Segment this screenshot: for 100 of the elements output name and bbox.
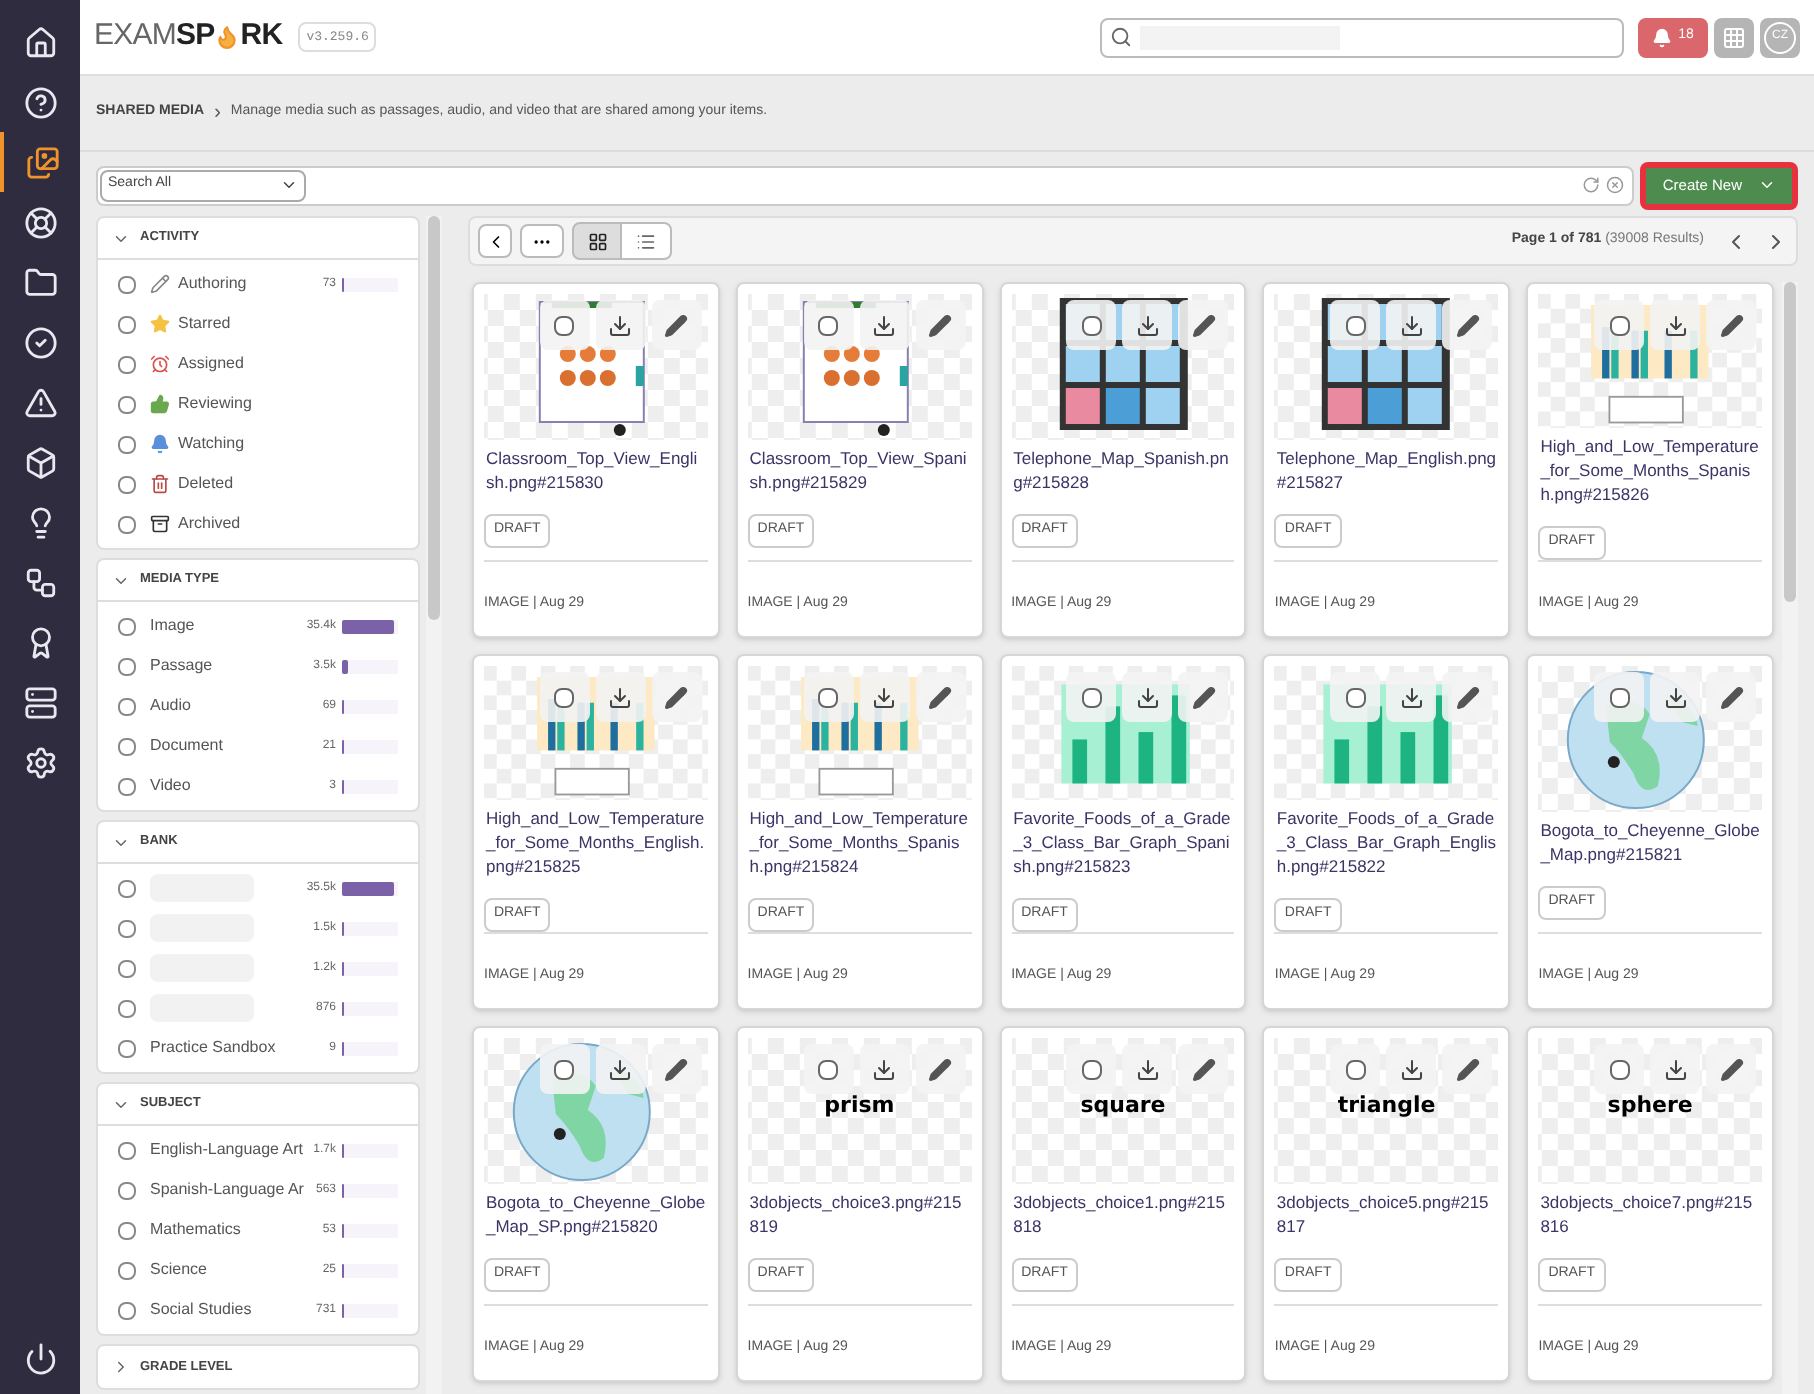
select-checkbox[interactable] [818,315,839,335]
lifebuoy-icon[interactable] [23,205,57,239]
select-checkbox[interactable] [1081,687,1102,707]
media-title[interactable]: Favorite_Foods_of_a_Grade_3_Class_Bar_Graph_Spanish.png#215823 [1011,806,1235,878]
pencil-icon[interactable] [664,1057,689,1081]
filter-label[interactable]: Assigned [178,352,244,376]
workflow-icon[interactable] [23,565,57,599]
download-icon[interactable] [1399,1057,1424,1081]
media-title[interactable]: Favorite_Foods_of_a_Grade_3_Class_Bar_Graph_English.png#215822 [1274,806,1499,878]
filter-label[interactable]: Authoring [178,272,247,296]
filter-checkbox[interactable] [118,737,136,755]
pencil-icon[interactable] [664,313,689,337]
check-circle-icon[interactable] [23,325,57,359]
media-title[interactable]: Bogota_to_Cheyenne_Globe_Map_SP.png#215820 [484,1190,708,1238]
download-icon[interactable] [608,685,633,709]
download-icon[interactable] [608,313,633,337]
download-icon[interactable] [1663,685,1687,709]
download-icon[interactable] [608,1057,633,1081]
server-icon[interactable] [23,685,57,719]
filter-label[interactable]: Archived [178,512,241,536]
media-title[interactable]: 3dobjects_choice1.png#215818 [1011,1190,1235,1238]
refresh-icon[interactable] [1582,176,1601,194]
select-checkbox[interactable] [1081,315,1102,335]
filter-label[interactable]: Document [150,734,223,758]
box-icon[interactable] [23,445,57,479]
media-title[interactable]: 3dobjects_choice3.png#215819 [747,1190,972,1238]
download-icon[interactable] [872,685,897,709]
pencil-icon[interactable] [1455,313,1480,337]
filter-label[interactable]: Passage [150,654,213,678]
select-checkbox[interactable] [1609,1059,1629,1079]
select-checkbox[interactable] [1345,687,1366,707]
pencil-icon[interactable] [1455,685,1480,709]
filter-checkbox[interactable] [118,657,136,675]
select-checkbox[interactable] [1345,315,1366,335]
media-title[interactable]: High_and_Low_Temperature_for_Some_Months_English.png#215825 [484,806,708,878]
filter-checkbox[interactable] [118,315,136,333]
filter-checkbox[interactable] [118,1221,136,1239]
filter-checkbox[interactable] [118,395,136,413]
select-checkbox[interactable] [554,687,575,707]
media-title[interactable]: High_and_Low_Temperature_for_Some_Months_Spanish.png#215826 [1538,434,1762,506]
filter-label[interactable]: English-Language Art [150,1138,303,1162]
filter-label[interactable]: Spanish-Language Ar [150,1178,304,1202]
pencil-icon[interactable] [664,685,689,709]
pencil-icon[interactable] [928,313,953,337]
media-title[interactable]: 3dobjects_choice7.png#215816 [1538,1190,1762,1238]
pencil-icon[interactable] [1719,313,1743,337]
images-icon[interactable] [25,145,59,179]
download-icon[interactable] [1663,1057,1687,1081]
filter-checkbox[interactable] [118,1261,136,1279]
download-icon[interactable] [1135,1057,1160,1081]
settings-icon[interactable] [23,745,57,779]
select-checkbox[interactable] [554,315,575,335]
filter-label[interactable]: Starred [178,312,231,336]
pencil-icon[interactable] [928,1057,953,1081]
media-title[interactable]: 3dobjects_choice5.png#215817 [1274,1190,1499,1238]
filter-checkbox[interactable] [118,879,136,897]
filter-checkbox[interactable] [118,355,136,373]
pencil-icon[interactable] [1191,313,1216,337]
media-title[interactable]: Classroom_Top_View_English.png#215830 [484,446,708,494]
filter-checkbox[interactable] [118,959,136,977]
filter-checkbox[interactable] [118,919,136,937]
scrollbar[interactable] [426,216,442,1394]
media-title[interactable]: Telephone_Map_English.png #215827 [1274,446,1499,494]
select-checkbox[interactable] [1609,687,1629,707]
select-checkbox[interactable] [1081,1059,1102,1079]
pencil-icon[interactable] [1719,685,1743,709]
select-checkbox[interactable] [1345,1059,1366,1079]
filter-checkbox[interactable] [118,617,136,635]
pencil-icon[interactable] [1719,1057,1743,1081]
filter-checkbox[interactable] [118,1039,136,1057]
filter-label[interactable]: Practice Sandbox [150,1036,276,1060]
list-view-icon[interactable] [636,231,656,251]
media-title[interactable]: Bogota_to_Cheyenne_Globe_Map.png#215821 [1538,818,1762,866]
filter-label[interactable]: Science [150,1258,207,1282]
download-icon[interactable] [872,313,897,337]
warning-icon[interactable] [23,385,57,419]
download-icon[interactable] [872,1057,897,1081]
filter-checkbox[interactable] [118,1301,136,1319]
filter-checkbox[interactable] [118,777,136,795]
chevron-icon[interactable] [112,1358,130,1376]
filter-checkbox[interactable] [118,515,136,533]
filter-label[interactable]: Watching [178,432,245,456]
power-icon[interactable] [23,1341,57,1375]
pencil-icon[interactable] [1191,1057,1216,1081]
download-icon[interactable] [1135,685,1160,709]
media-title[interactable]: High_and_Low_Temperature_for_Some_Months_Spanish.png#215824 [747,806,972,878]
filter-label[interactable]: Video [150,774,191,798]
select-checkbox[interactable] [818,1059,839,1079]
scrollbar[interactable] [1782,282,1798,1394]
filter-checkbox[interactable] [118,999,136,1017]
select-checkbox[interactable] [554,1059,575,1079]
filter-checkbox[interactable] [118,1141,136,1159]
filter-checkbox[interactable] [118,1181,136,1199]
filter-label[interactable]: Deleted [178,472,234,496]
filter-label[interactable]: Audio [150,694,191,718]
home-icon[interactable] [23,25,57,59]
clear-icon[interactable] [1606,176,1625,194]
download-icon[interactable] [1399,685,1424,709]
filter-checkbox[interactable] [118,475,136,493]
filter-checkbox[interactable] [118,275,136,293]
